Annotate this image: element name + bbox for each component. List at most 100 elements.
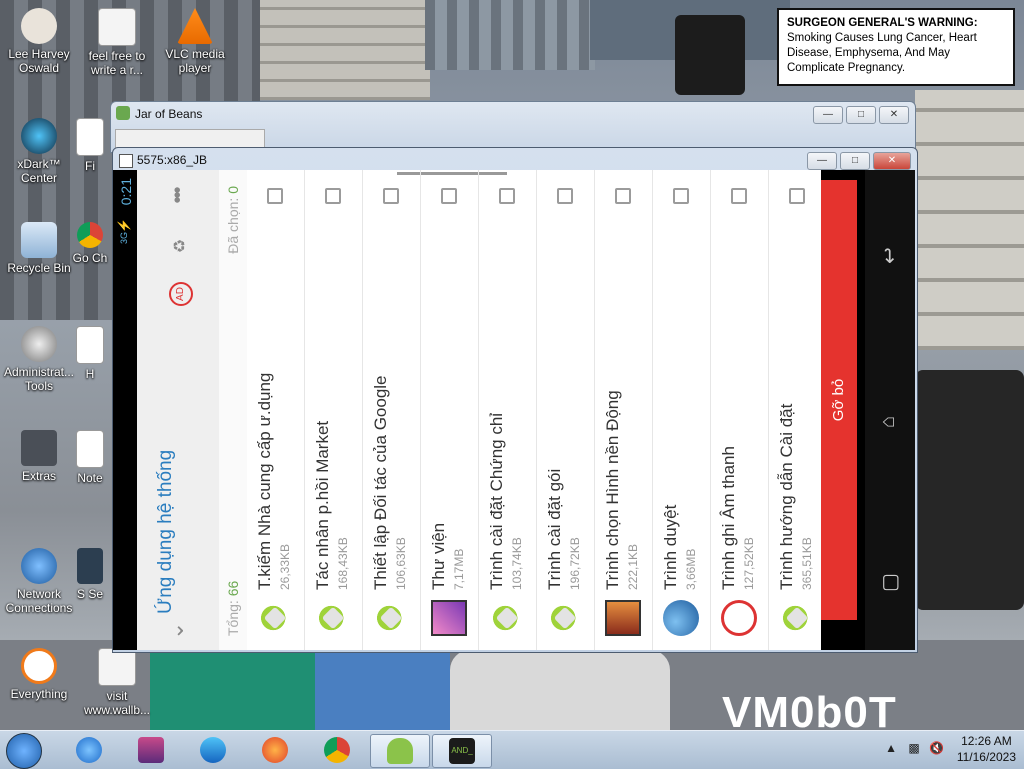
select-checkbox[interactable] xyxy=(789,188,805,204)
select-checkbox[interactable] xyxy=(441,188,457,204)
no-ads-icon[interactable]: AD xyxy=(169,282,193,306)
app-size: 106,63KB xyxy=(394,537,408,590)
emulator-window[interactable]: 5575:x86_JB — □ ✕ 3G ⚡ 0:21 ⌄ Ứng dụng h… xyxy=(112,147,918,653)
app-name: Trình chọn Hình nền Động xyxy=(603,390,622,590)
list-item[interactable]: Tác nhân p.hồi Market 168,43KB xyxy=(305,170,363,650)
app-list[interactable]: T.kiếm Nhà cung cấp ư.dụng 26,33KB Tác nhâ… xyxy=(247,170,821,650)
desktop-icon-vlc[interactable]: VLC media player xyxy=(156,8,234,75)
list-item[interactable]: Trình ghi Âm thanh 127,52KB xyxy=(711,170,769,650)
wallpaper-speaker xyxy=(915,370,1024,610)
network-icon[interactable]: ▩ xyxy=(908,741,919,755)
desktop-icon-partial-fi[interactable]: Fi xyxy=(70,118,110,173)
app-name: T.kiếm Nhà cung cấp ư.dụng xyxy=(255,372,274,590)
select-checkbox[interactable] xyxy=(267,188,283,204)
recycle-bin-icon xyxy=(21,222,57,258)
taskbar-chrome[interactable] xyxy=(312,734,362,766)
app-size: 168,43KB xyxy=(336,537,350,590)
page-title[interactable]: Ứng dụng hệ thống xyxy=(155,450,177,614)
archive-icon xyxy=(138,737,164,763)
desktop-icon-partial-google-chrome[interactable]: Go Ch xyxy=(70,222,110,265)
desktop-icon-everything[interactable]: Everything xyxy=(0,648,78,701)
desktop-icon-recycle-bin[interactable]: Recycle Bin xyxy=(0,222,78,275)
gear-icon xyxy=(21,326,57,362)
clock[interactable]: 12:26 AM 11/16/2023 xyxy=(957,733,1016,765)
list-item[interactable]: Trình cài đặt Chứng chỉ 103,74KB xyxy=(479,170,537,650)
desktop-icon-extras[interactable]: Extras xyxy=(0,430,78,483)
taskbar-and-terminal[interactable]: AND_ xyxy=(432,734,492,768)
select-checkbox[interactable] xyxy=(383,188,399,204)
more-options-icon[interactable]: ••• xyxy=(167,184,193,208)
minimize-button[interactable]: — xyxy=(807,152,837,170)
firefox-icon xyxy=(262,737,288,763)
app-name: Trình hướng dẫn Cài đặt xyxy=(777,403,796,590)
start-button[interactable] xyxy=(6,733,42,769)
list-item[interactable]: Thư viện 7,17MB xyxy=(421,170,479,650)
taskbar-itunes[interactable] xyxy=(188,734,238,766)
list-item[interactable]: Trình cài đặt gói 196,72KB xyxy=(537,170,595,650)
terminal-icon: AND_ xyxy=(449,738,475,764)
chevron-down-icon[interactable]: ⌄ xyxy=(163,622,189,640)
back-icon[interactable]: ↩ xyxy=(877,247,902,264)
notepad-icon xyxy=(76,430,104,468)
taskbar-android-emulator[interactable] xyxy=(370,734,430,768)
list-item[interactable]: Thiết lập Đối tác của Google 106,63KB xyxy=(363,170,421,650)
desktop-icon-network-connections[interactable]: Network Connections xyxy=(0,548,78,615)
close-button[interactable]: ✕ xyxy=(879,106,909,124)
desktop-icon-partial-h[interactable]: H xyxy=(70,326,110,381)
jar-of-beans-window[interactable]: Jar of Beans — □ ✕ xyxy=(110,101,916,153)
desktop-icon-partial-notepad[interactable]: Note xyxy=(70,430,110,485)
cleanup-icon[interactable]: ♻ xyxy=(169,234,193,258)
desktop-icon-label: Administrat... Tools xyxy=(3,365,75,393)
action-bar: ⌄ Ứng dụng hệ thống AD ♻ ••• xyxy=(137,170,220,650)
android-screen[interactable]: 3G ⚡ 0:21 ⌄ Ứng dụng hệ thống AD ♻ ••• T… xyxy=(113,170,915,650)
maximize-button[interactable]: □ xyxy=(846,106,876,124)
selected-count: Đã chọn: 0 xyxy=(225,186,241,254)
app-size: 127,52KB xyxy=(742,537,756,590)
app-size: 222,1KB xyxy=(626,543,640,590)
taskbar-firefox[interactable] xyxy=(250,734,300,766)
list-item[interactable]: T.kiếm Nhà cung cấp ư.dụng 26,33KB xyxy=(247,170,305,650)
desktop-icon-administrative-tools[interactable]: Administrat... Tools xyxy=(0,326,78,393)
total-count: Tổng: 66 xyxy=(225,580,241,636)
list-item[interactable]: Trình chọn Hình nền Động 222,1KB xyxy=(595,170,653,650)
desktop-icon-lee-harvey-oswald[interactable]: Lee Harvey Oswald xyxy=(0,8,78,75)
show-hidden-icons-icon[interactable]: ▲ xyxy=(885,741,897,755)
select-checkbox[interactable] xyxy=(557,188,573,204)
uninstall-button[interactable]: Gỡ bỏ xyxy=(821,180,857,620)
app-size: 196,72KB xyxy=(568,537,582,590)
list-item[interactable]: Trình duyệt 3,66MB xyxy=(653,170,711,650)
desktop-icon-label: Network Connections xyxy=(5,587,73,615)
android-icon xyxy=(779,600,815,636)
select-checkbox[interactable] xyxy=(615,188,631,204)
desktop-icon-text-document[interactable]: feel free to write a r... xyxy=(78,8,156,77)
desktop-icon-label: Extras xyxy=(21,469,56,483)
select-checkbox[interactable] xyxy=(673,188,689,204)
select-checkbox[interactable] xyxy=(499,188,515,204)
select-checkbox[interactable] xyxy=(731,188,747,204)
wallpaper-toilets xyxy=(450,650,670,730)
home-icon[interactable]: ⌂ xyxy=(877,416,900,428)
gallery-icon xyxy=(431,600,467,636)
maximize-button[interactable]: □ xyxy=(840,152,870,170)
minimize-button[interactable]: — xyxy=(813,106,843,124)
select-checkbox[interactable] xyxy=(325,188,341,204)
desktop-icon-wallpaper-link[interactable]: visit www.wallb... xyxy=(78,648,156,717)
window-caption-buttons: — □ ✕ xyxy=(807,152,911,170)
recents-icon[interactable]: ▢ xyxy=(877,573,902,592)
taskbar: AND_ ▲ ▩ 🔇 12:26 AM 11/16/2023 xyxy=(0,730,1024,769)
desktop-icon-xdark-center[interactable]: xDark™ Center xyxy=(0,118,78,185)
volume-muted-icon[interactable]: 🔇 xyxy=(929,741,944,755)
chrome-icon xyxy=(77,222,103,248)
desktop-icon-partial-s[interactable]: S Se xyxy=(70,548,110,601)
taskbar-internet-explorer[interactable] xyxy=(64,734,114,766)
app-name: Trình cài đặt gói xyxy=(545,468,564,590)
everything-search-icon xyxy=(21,648,57,684)
close-button[interactable]: ✕ xyxy=(873,152,911,170)
taskbar-archive[interactable] xyxy=(126,734,176,766)
status-time: 0:21 xyxy=(118,178,134,206)
globe-icon xyxy=(663,600,699,636)
list-item[interactable]: Trình hướng dẫn Cài đặt 365,51KB xyxy=(769,170,821,650)
window-title: Jar of Beans xyxy=(135,107,203,121)
android-nav-bar: ▢ ⌂ ↩ xyxy=(865,170,915,650)
desktop-icon-label: feel free to write a r... xyxy=(88,49,146,77)
